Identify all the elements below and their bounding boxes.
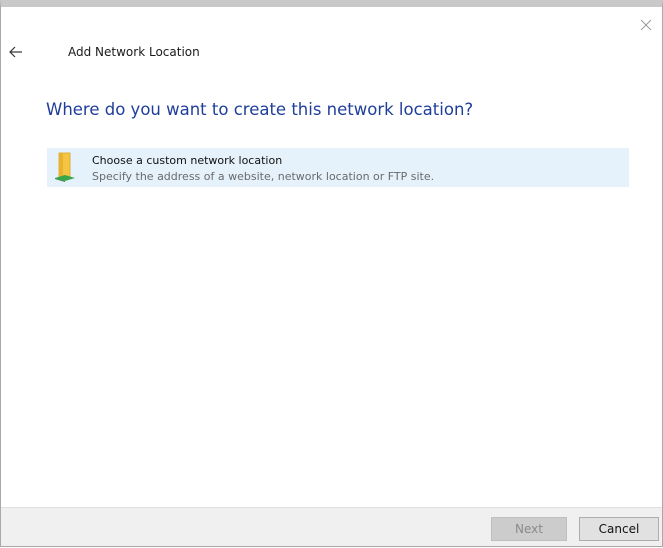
cancel-button[interactable]: Cancel <box>579 517 659 541</box>
network-folder-icon <box>55 152 75 182</box>
dialog-title: Add Network Location <box>68 45 200 59</box>
custom-network-location-option[interactable]: Choose a custom network location Specify… <box>47 148 629 187</box>
next-button[interactable]: Next <box>491 517 567 541</box>
close-icon <box>640 19 652 31</box>
add-network-location-dialog: Add Network Location Where do you want t… <box>0 0 663 547</box>
page-heading: Where do you want to create this network… <box>46 100 474 119</box>
option-title: Choose a custom network location <box>92 154 283 167</box>
back-arrow-icon <box>9 46 22 58</box>
option-description: Specify the address of a website, networ… <box>92 170 435 183</box>
close-button[interactable] <box>636 15 656 35</box>
back-button[interactable] <box>5 41 27 63</box>
dialog-footer: Next Cancel <box>1 507 662 546</box>
